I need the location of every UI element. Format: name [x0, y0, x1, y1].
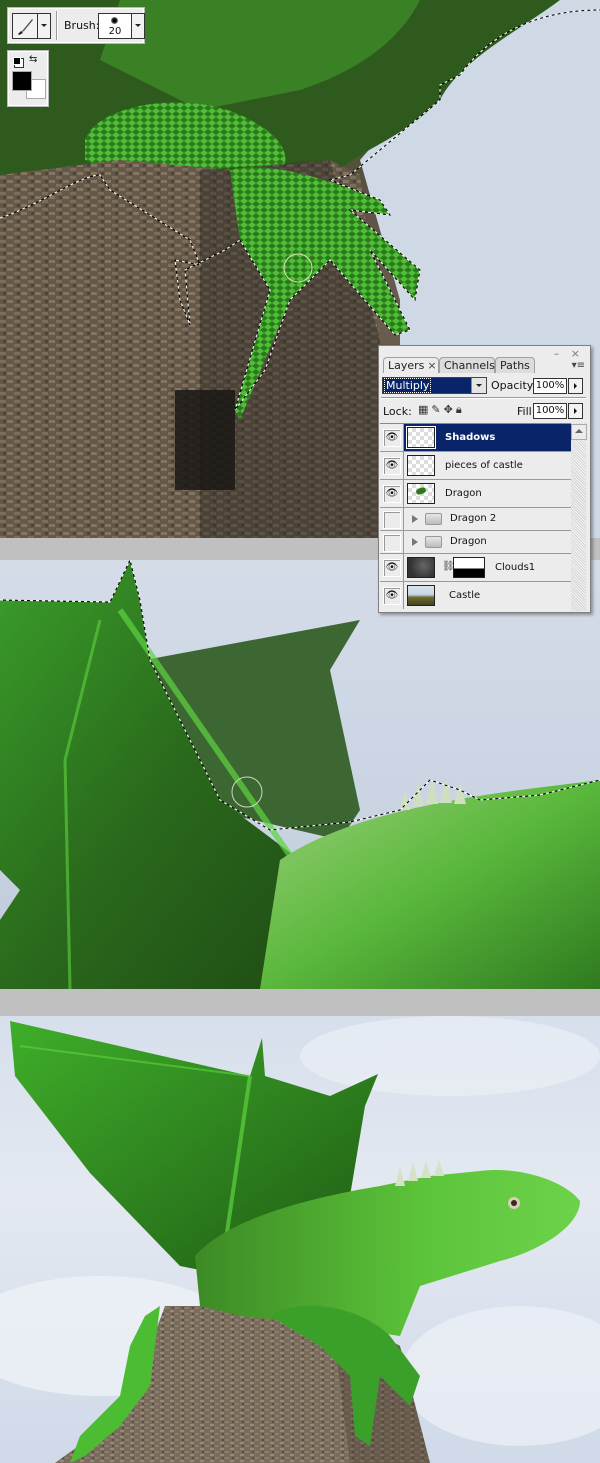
layer-name-cell: Dragon [404, 480, 571, 507]
fill-slider-toggle[interactable] [568, 403, 583, 419]
layer-row-pieces-of-castle[interactable]: 👁︎ pieces of castle [380, 452, 571, 480]
close-icon[interactable]: × [427, 359, 436, 372]
tab-layers[interactable]: Layers × [383, 357, 439, 373]
folder-icon [425, 536, 442, 548]
swap-colors-icon[interactable]: ⇆ [29, 54, 37, 65]
eye-icon[interactable]: 👁︎ [383, 457, 401, 475]
layer-name-cell: Dragon [404, 531, 571, 553]
layer-name-cell: ⛓ Clouds1 [404, 554, 571, 581]
brush-tip-icon [111, 17, 118, 24]
eye-icon[interactable]: 👁︎ [383, 429, 401, 447]
visibility-toggle[interactable] [383, 534, 401, 552]
opacity-slider-toggle[interactable] [568, 378, 583, 394]
layer-name: pieces of castle [445, 460, 523, 471]
default-colors-icon[interactable] [13, 57, 21, 65]
layer-mask-thumbnail[interactable] [453, 557, 485, 578]
layer-thumbnail [407, 483, 435, 504]
tool-options-bar: Brush: 20 [8, 8, 145, 43]
fill-input[interactable]: 100% [533, 403, 567, 419]
chevron-down-icon [41, 24, 47, 27]
layer-thumbnail [407, 427, 435, 448]
blend-mode-select[interactable]: Multiply [382, 377, 487, 394]
eye-icon[interactable]: 👁︎ [383, 559, 401, 577]
layer-row-castle[interactable]: 👁︎ Castle [380, 582, 571, 609]
expand-arrow-icon[interactable] [412, 515, 418, 523]
brush-label: Brush: [64, 19, 100, 32]
brush-icon [18, 19, 33, 35]
tab-paths[interactable]: Paths [495, 357, 535, 373]
layer-row-dragon[interactable]: 👁︎ Dragon [380, 480, 571, 508]
scroll-up-button[interactable] [571, 424, 587, 440]
layer-name: Shadows [445, 432, 496, 443]
canvas-step-2[interactable] [0, 560, 600, 989]
folder-icon [425, 513, 442, 525]
tab-label: Paths [500, 359, 530, 372]
layer-name-cell: Dragon 2 [404, 508, 571, 530]
layer-name: Dragon [450, 536, 487, 547]
layers-panel: – × Layers × Channels Paths ▾≡ Multiply O… [378, 345, 591, 613]
lock-label: Lock: [383, 405, 412, 418]
eye-icon[interactable]: 👁︎ [383, 587, 401, 605]
layer-name: Dragon 2 [450, 513, 497, 524]
brush-dropdown[interactable] [131, 14, 144, 38]
layer-group-dragon[interactable]: Dragon [380, 531, 571, 554]
tab-label: Layers [388, 359, 425, 372]
layer-row-clouds1[interactable]: 👁︎ ⛓ Clouds1 [380, 554, 571, 582]
layer-thumbnail [407, 585, 435, 606]
lock-transparency-icon[interactable]: ▦ [418, 403, 431, 416]
chevron-down-icon [476, 384, 482, 387]
tool-preset-picker[interactable] [12, 13, 51, 39]
opacity-input[interactable]: 100% [533, 378, 567, 394]
eye-icon[interactable]: 👁︎ [383, 485, 401, 503]
layer-name: Clouds1 [495, 562, 536, 573]
layer-name-cell: pieces of castle [404, 452, 571, 479]
tab-label: Channels [444, 359, 495, 372]
layer-row-shadows[interactable]: 👁︎ Shadows [380, 424, 571, 452]
divider [381, 397, 586, 399]
layer-name-cell: Castle [404, 582, 571, 609]
layer-group-dragon-2[interactable]: Dragon 2 [380, 508, 571, 531]
layer-list-scrollbar[interactable] [571, 423, 587, 611]
chevron-down-icon [135, 24, 141, 27]
canvas-artwork-3 [0, 1016, 600, 1463]
foreground-color[interactable] [12, 71, 32, 91]
divider [0, 989, 600, 1016]
lock-position-icon[interactable]: ✥ [444, 403, 456, 416]
layer-name: Castle [449, 590, 481, 601]
window-buttons[interactable]: – × [554, 347, 584, 360]
brush-picker[interactable]: 20 [98, 13, 145, 39]
lock-controls: ▦✎✥🔒︎ [418, 403, 465, 417]
layer-list: 👁︎ Shadows 👁︎ pieces of castle 👁︎ Dragon [380, 423, 571, 612]
blend-mode-dropdown[interactable] [471, 378, 486, 393]
lock-all-icon[interactable]: 🔒︎ [456, 403, 465, 416]
tool-preset-dropdown[interactable] [37, 14, 50, 38]
layer-name: Dragon [445, 488, 482, 499]
blend-mode-value: Multiply [384, 378, 432, 393]
canvas-artwork-2 [0, 560, 600, 989]
visibility-toggle[interactable] [383, 511, 401, 529]
layer-thumbnail [407, 455, 435, 476]
panel-menu-icon[interactable]: ▾≡ [572, 360, 585, 371]
color-picker: ⇆ [8, 51, 48, 106]
brush-size: 20 [108, 26, 122, 37]
expand-arrow-icon[interactable] [412, 538, 418, 546]
layer-thumbnail [407, 557, 435, 578]
tab-channels[interactable]: Channels [439, 357, 495, 373]
lock-pixels-icon[interactable]: ✎ [431, 403, 443, 416]
divider [56, 11, 58, 40]
layer-name-cell: Shadows [404, 424, 571, 451]
opacity-label: Opacity: [491, 379, 537, 392]
canvas-final[interactable] [0, 1016, 600, 1463]
